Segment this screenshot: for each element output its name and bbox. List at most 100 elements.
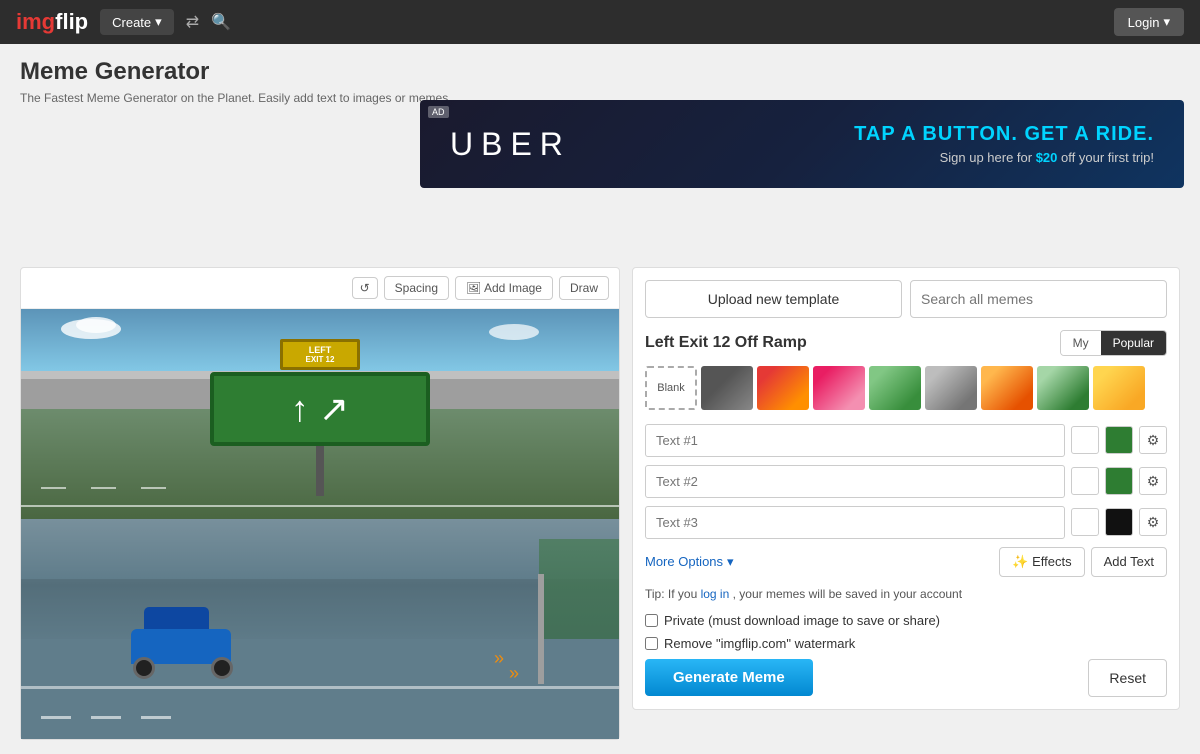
more-options-label: More Options [645, 554, 723, 569]
meme-title-row: Left Exit 12 Off Ramp My Popular [645, 330, 1167, 356]
ad-subtext-before: Sign up here for [940, 150, 1036, 165]
thumb-item[interactable] [1093, 366, 1145, 410]
text-color-black-3[interactable] [1105, 508, 1133, 536]
tip-suffix: , your memes will be saved in your accou… [733, 587, 962, 601]
watermark-checkbox[interactable] [645, 637, 658, 650]
highway-sign: LEFT EXIT 12 ↑ ↗ [210, 339, 430, 496]
page-title: Meme Generator [20, 58, 1180, 86]
effects-label: Effects [1032, 554, 1072, 569]
create-button[interactable]: Create ▾ [100, 9, 174, 35]
ad-banner[interactable]: AD UBER TAP A BUTTON. GET A RIDE. Sign u… [420, 100, 1184, 188]
controls-panel: Upload new template Left Exit 12 Off Ram… [632, 267, 1180, 740]
draw-label: Draw [570, 281, 598, 295]
ad-subtext: Sign up here for $20 off your first trip… [611, 150, 1154, 165]
tab-group: My Popular [1060, 330, 1167, 356]
ad-text: TAP A BUTTON. GET A RIDE. Sign up here f… [611, 123, 1154, 165]
thumb-item[interactable] [981, 366, 1033, 410]
login-label: Login [1128, 15, 1160, 30]
text-settings-1[interactable]: ⚙ [1139, 426, 1167, 454]
action-buttons: ✨ Effects Add Text [999, 547, 1167, 577]
ad-subtext-after: off your first trip! [1061, 150, 1154, 165]
upload-template-button[interactable]: Upload new template [645, 280, 902, 318]
generate-row: Generate Meme Reset [645, 659, 1167, 697]
meme-top-image: LEFT EXIT 12 ↑ ↗ [21, 309, 619, 519]
thumb-blank[interactable]: Blank [645, 366, 697, 410]
sign-yellow: LEFT EXIT 12 [280, 339, 360, 370]
ad-highlight: $20 [1036, 150, 1058, 165]
draw-button[interactable]: Draw [559, 276, 609, 300]
create-label: Create [112, 15, 151, 30]
sign-green: ↑ ↗ [210, 372, 430, 446]
add-text-label: Add Text [1104, 554, 1154, 569]
generate-button[interactable]: Generate Meme [645, 659, 813, 696]
spacing-label: Spacing [395, 281, 438, 295]
text-field-1[interactable] [645, 424, 1065, 457]
tab-popular[interactable]: Popular [1101, 331, 1166, 355]
text-row-1: ⚙ [645, 424, 1167, 457]
ad-headline: TAP A BUTTON. GET A RIDE. [611, 123, 1154, 146]
options-row: More Options ▾ ✨ Effects Add Text [645, 547, 1167, 577]
tab-my[interactable]: My [1061, 331, 1101, 355]
text-row-3: ⚙ [645, 506, 1167, 539]
login-button[interactable]: Login ▾ [1114, 8, 1184, 36]
watermark-checkbox-row: Remove "imgflip.com" watermark [645, 636, 1167, 651]
private-checkbox[interactable] [645, 614, 658, 627]
text-color-white-1[interactable] [1071, 426, 1099, 454]
thumb-item[interactable] [925, 366, 977, 410]
text-settings-3[interactable]: ⚙ [1139, 508, 1167, 536]
reset-button[interactable]: Reset [1088, 659, 1167, 697]
content-row: ↺ Spacing 🖼 Add Image Draw [20, 267, 1180, 740]
text-field-3[interactable] [645, 506, 1065, 539]
shuffle-icon[interactable]: ⇄ [186, 12, 199, 32]
text-row-2: ⚙ [645, 465, 1167, 498]
private-checkbox-row: Private (must download image to save or … [645, 613, 1167, 628]
add-text-button[interactable]: Add Text [1091, 547, 1167, 577]
meme-title: Left Exit 12 Off Ramp [645, 334, 807, 352]
controls-inner: Upload new template Left Exit 12 Off Ram… [632, 267, 1180, 710]
editor-toolbar: ↺ Spacing 🖼 Add Image Draw [21, 268, 619, 309]
login-link[interactable]: log in [701, 587, 733, 601]
reset-label: Reset [1109, 670, 1146, 686]
sparkle-icon: ✨ [1012, 554, 1028, 570]
tip-text: Tip: If you [645, 587, 701, 601]
thumb-item[interactable] [813, 366, 865, 410]
search-icon[interactable]: 🔍 [211, 12, 231, 32]
chevron-down-icon: ▾ [155, 14, 162, 30]
meme-image: LEFT EXIT 12 ↑ ↗ [21, 309, 619, 739]
template-row: Upload new template [645, 280, 1167, 318]
upload-label: Upload new template [708, 291, 840, 307]
spacing-button[interactable]: Spacing [384, 276, 449, 300]
navbar-right: Login ▾ [1114, 8, 1184, 36]
navbar-left: imgflip Create ▾ ⇄ 🔍 [16, 9, 231, 35]
add-image-button[interactable]: 🖼 Add Image [455, 276, 553, 300]
text-color-accent-1[interactable] [1105, 426, 1133, 454]
text-field-2[interactable] [645, 465, 1065, 498]
private-label: Private (must download image to save or … [664, 613, 940, 628]
effects-button[interactable]: ✨ Effects [999, 547, 1085, 577]
car [121, 629, 241, 679]
text-color-white-2[interactable] [1071, 467, 1099, 495]
logo[interactable]: imgflip [16, 9, 88, 35]
ad-tag: AD [428, 106, 449, 118]
thumb-item[interactable] [1037, 366, 1089, 410]
navbar: imgflip Create ▾ ⇄ 🔍 Login ▾ [0, 0, 1200, 44]
add-image-label: Add Image [484, 281, 542, 295]
meme-editor-panel: ↺ Spacing 🖼 Add Image Draw [20, 267, 620, 740]
more-options-button[interactable]: More Options ▾ [645, 554, 734, 570]
chevron-down-icon: ▾ [1163, 14, 1170, 30]
thumb-item[interactable] [869, 366, 921, 410]
thumbnail-row: Blank [645, 366, 1167, 410]
text-color-accent-2[interactable] [1105, 467, 1133, 495]
search-input[interactable] [910, 280, 1167, 318]
ad-brand: UBER [450, 126, 571, 163]
tip-row: Tip: If you log in , your memes will be … [645, 587, 1167, 601]
undo-button[interactable]: ↺ [352, 277, 378, 299]
text-color-white-3[interactable] [1071, 508, 1099, 536]
thumb-item[interactable] [701, 366, 753, 410]
sign-pole [316, 446, 324, 496]
thumb-item[interactable] [757, 366, 809, 410]
meme-bottom-image: » » [21, 519, 619, 739]
watermark-label: Remove "imgflip.com" watermark [664, 636, 855, 651]
chevron-down-icon: ▾ [727, 554, 734, 570]
text-settings-2[interactable]: ⚙ [1139, 467, 1167, 495]
